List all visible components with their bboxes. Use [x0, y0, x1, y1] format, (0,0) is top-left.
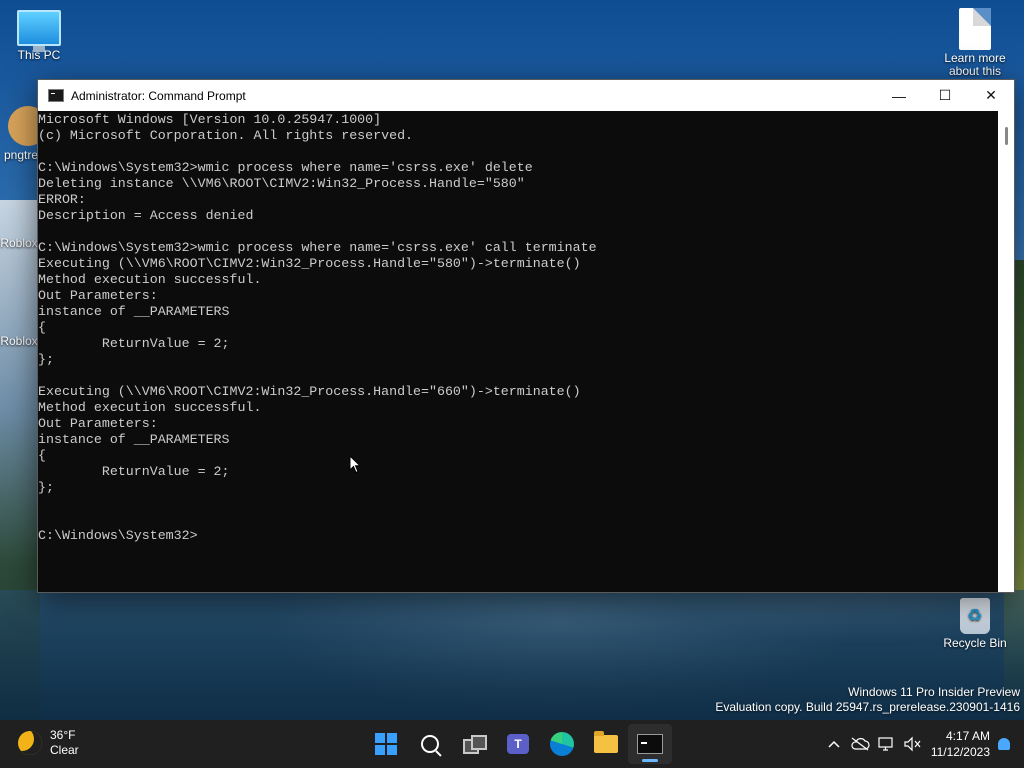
- network-button[interactable]: [873, 724, 899, 764]
- task-view-button[interactable]: [452, 724, 496, 764]
- windows-watermark: Windows 11 Pro Insider Preview Evaluatio…: [715, 685, 1020, 715]
- console-text: Microsoft Windows [Version 10.0.25947.10…: [38, 112, 998, 544]
- desktop-icon-roblox-2[interactable]: Roblox: [0, 334, 38, 348]
- notification-bell-icon[interactable]: [998, 738, 1010, 750]
- console-line: };: [38, 352, 54, 367]
- file-explorer-button[interactable]: [584, 724, 628, 764]
- console-line: {: [38, 448, 46, 463]
- command-prompt-taskbar-button[interactable]: [628, 724, 672, 764]
- watermark-build: Evaluation copy. Build 25947.rs_prerelea…: [715, 700, 1020, 714]
- system-tray: 4:17 AM 11/12/2023: [821, 720, 1024, 768]
- search-icon: [421, 735, 439, 753]
- chevron-up-icon: [828, 740, 840, 748]
- desktop-icon-roblox-1[interactable]: Roblox: [0, 236, 38, 250]
- teams-icon: T: [507, 734, 529, 754]
- console-line: ERROR:: [38, 192, 86, 207]
- close-button[interactable]: ✕: [968, 80, 1014, 111]
- start-button[interactable]: [364, 724, 408, 764]
- desktop-icon-recycle-bin[interactable]: ♻ Recycle Bin: [939, 598, 1011, 650]
- console-line: Executing (\\VM6\ROOT\CIMV2:Win32_Proces…: [38, 384, 581, 399]
- vertical-scrollbar[interactable]: [998, 111, 1014, 592]
- volume-button[interactable]: [899, 724, 925, 764]
- console-line: C:\Windows\System32>: [38, 528, 198, 543]
- console-line: (c) Microsoft Corporation. All rights re…: [38, 128, 414, 143]
- document-icon: [959, 8, 991, 50]
- desktop-icon-label: Roblox: [0, 236, 38, 250]
- console-line: C:\Windows\System32>wmic process where n…: [38, 240, 597, 255]
- console-line: Method execution successful.: [38, 272, 262, 287]
- weather-condition: Clear: [50, 743, 79, 757]
- window-title: Administrator: Command Prompt: [71, 88, 246, 103]
- cloud-off-icon: [851, 737, 870, 751]
- console-line: instance of __PARAMETERS: [38, 432, 230, 447]
- console-output[interactable]: Microsoft Windows [Version 10.0.25947.10…: [38, 111, 998, 593]
- minimize-button[interactable]: —: [876, 80, 922, 111]
- console-line: Executing (\\VM6\ROOT\CIMV2:Win32_Proces…: [38, 256, 581, 271]
- console-line: Method execution successful.: [38, 400, 262, 415]
- desktop-icon-label: Learn more about this picture: [944, 51, 1006, 79]
- clock-button[interactable]: 4:17 AM 11/12/2023: [931, 728, 990, 760]
- desktop-icon-this-pc[interactable]: This PC: [3, 10, 75, 62]
- windows-logo-icon: [375, 733, 397, 755]
- console-line: };: [38, 480, 54, 495]
- desktop-icon-label: Recycle Bin: [943, 636, 1007, 650]
- desktop-icon-learn-more[interactable]: Learn more about this picture: [939, 8, 1011, 78]
- this-pc-icon: [17, 10, 61, 52]
- clock-date: 11/12/2023: [930, 745, 990, 759]
- watermark-edition: Windows 11 Pro Insider Preview: [848, 685, 1020, 699]
- volume-muted-icon: [904, 736, 921, 752]
- console-line: Deleting instance \\VM6\ROOT\CIMV2:Win32…: [38, 176, 525, 191]
- console-line: ReturnValue = 2;: [101, 336, 230, 351]
- console-line: Out Parameters:: [38, 416, 158, 431]
- weather-temperature: 36°F: [50, 728, 76, 742]
- edge-icon: [550, 732, 574, 756]
- window-titlebar[interactable]: Administrator: Command Prompt — ☐ ✕: [38, 80, 1014, 111]
- console-line: ReturnValue = 2;: [101, 464, 230, 479]
- maximize-button[interactable]: ☐: [922, 80, 968, 111]
- command-prompt-icon: [48, 89, 64, 102]
- console-line: {: [38, 320, 46, 335]
- desktop-icon-label: Roblox: [0, 334, 38, 348]
- desktop-icon-label: pngtre: [3, 148, 39, 162]
- console-line: Out Parameters:: [38, 288, 158, 303]
- task-view-icon: [463, 735, 487, 754]
- console-line: C:\Windows\System32>wmic process where n…: [38, 160, 533, 175]
- desktop-icon-pngtree[interactable]: pngtre: [0, 106, 42, 174]
- moon-icon: [18, 731, 42, 755]
- console-line: Description = Access denied: [38, 208, 254, 223]
- teams-button[interactable]: T: [496, 724, 540, 764]
- edge-button[interactable]: [540, 724, 584, 764]
- show-hidden-icons-button[interactable]: [821, 724, 847, 764]
- search-button[interactable]: [408, 724, 452, 764]
- taskbar: 36°F Clear T 4:17 AM 11/12/2023: [0, 720, 1024, 768]
- clock-time: 4:17 AM: [945, 729, 990, 743]
- active-app-indicator: [642, 759, 658, 762]
- network-icon: [878, 737, 893, 751]
- recycle-bin-icon: ♻: [960, 598, 990, 634]
- scrollbar-thumb[interactable]: [1005, 127, 1008, 145]
- command-prompt-icon: [637, 734, 663, 754]
- console-line: instance of __PARAMETERS: [38, 304, 230, 319]
- folder-icon: [594, 731, 618, 753]
- console-line: Microsoft Windows [Version 10.0.25947.10…: [38, 112, 382, 127]
- command-prompt-window[interactable]: Administrator: Command Prompt — ☐ ✕ Micr…: [37, 79, 1015, 593]
- taskbar-apps: T: [364, 724, 672, 764]
- weather-widget[interactable]: 36°F Clear: [18, 728, 79, 758]
- onedrive-button[interactable]: [847, 724, 873, 764]
